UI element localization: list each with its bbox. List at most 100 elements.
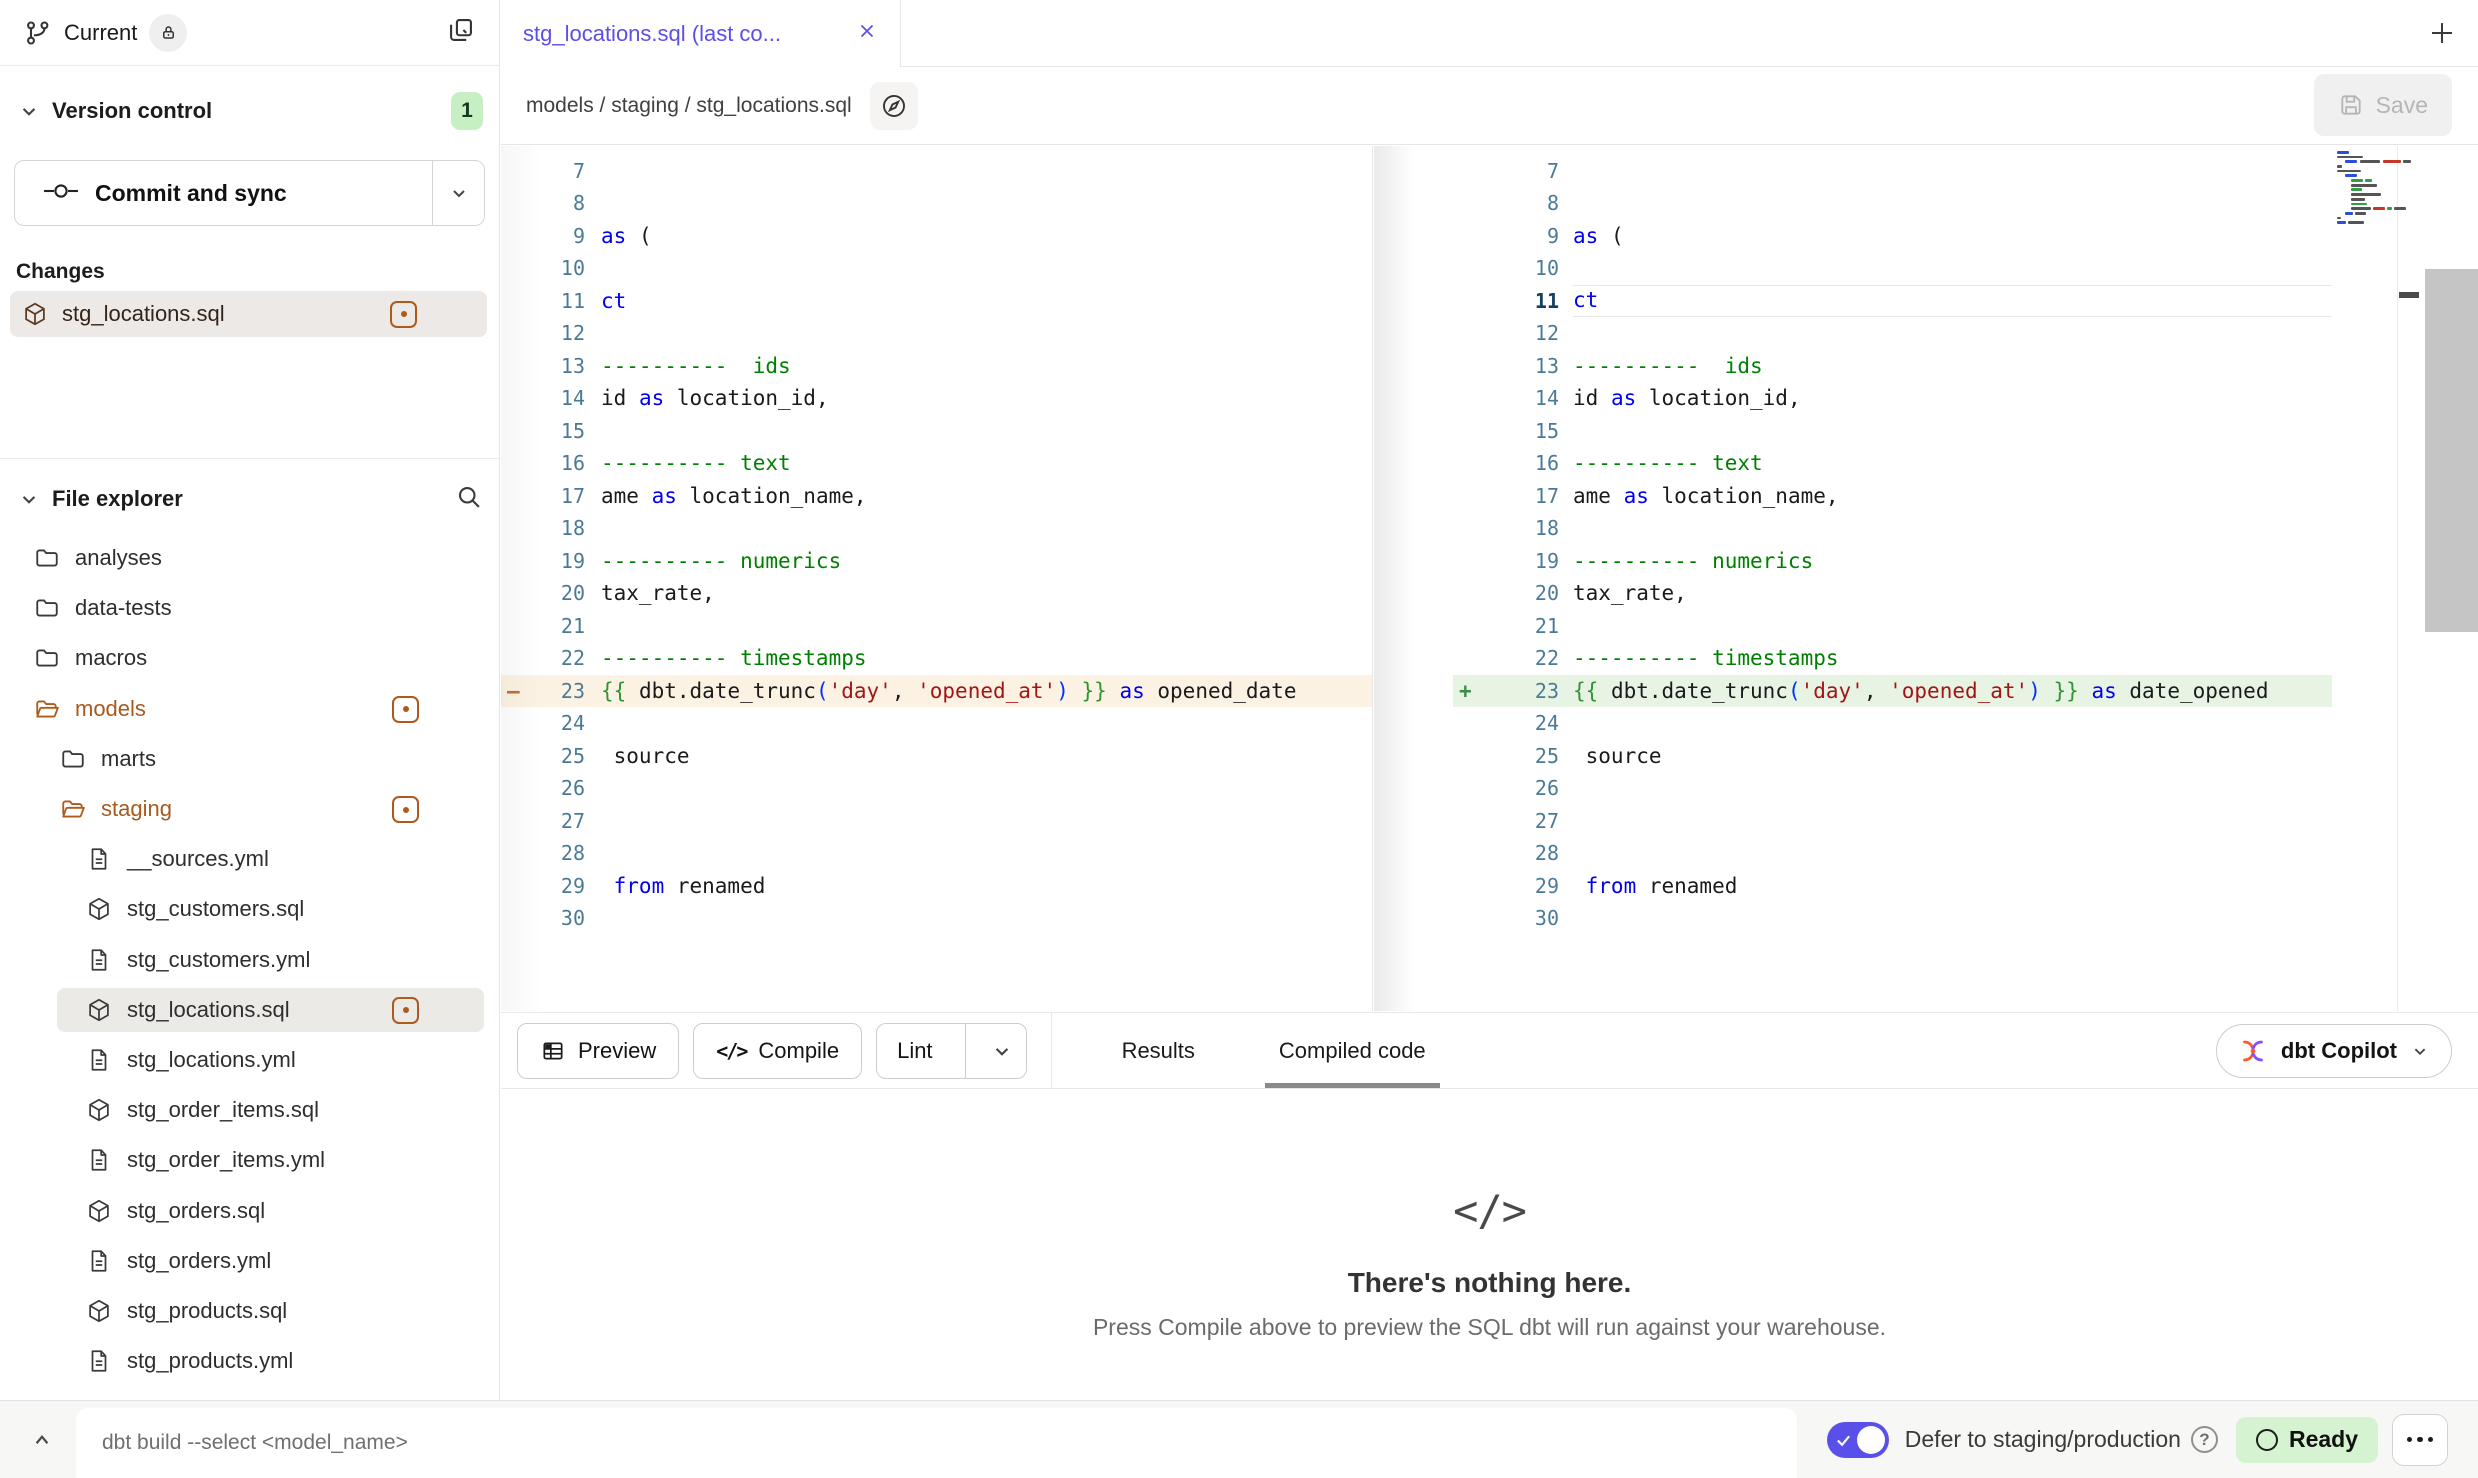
tab-compiled-code[interactable]: Compiled code [1265, 1013, 1440, 1088]
changed-file-stg-locations[interactable]: stg_locations.sql [10, 291, 487, 337]
code-line-15[interactable]: 15 [1374, 415, 2478, 448]
commit-and-sync-button[interactable]: Commit and sync [14, 160, 485, 226]
file-explorer-item-stg-order-items-sql[interactable]: stg_order_items.sql [0, 1085, 499, 1135]
duplicate-icon[interactable] [447, 16, 475, 49]
code-line-11[interactable]: 11ct [1374, 285, 2478, 318]
code-line-25[interactable]: 25 source [501, 740, 1372, 773]
code-line-28[interactable]: 28 [1374, 837, 2478, 870]
code-line-18[interactable]: 18 [1374, 512, 2478, 545]
code-line-25[interactable]: 25 source [1374, 740, 2478, 773]
code-line-13[interactable]: 13---------- ids [1374, 350, 2478, 383]
code-line-11[interactable]: 11ct [501, 285, 1372, 318]
code-line-9[interactable]: 9as ( [1374, 220, 2478, 253]
file-explorer-item-stg-customers-yml[interactable]: stg_customers.yml [0, 935, 499, 985]
close-icon[interactable] [856, 20, 878, 47]
code-line-23[interactable]: –23{{ dbt.date_trunc('day', 'opened_at')… [501, 675, 1372, 708]
new-tab-icon[interactable] [2426, 17, 2458, 49]
file-explorer-item-staging[interactable]: staging [0, 784, 499, 834]
overflow-menu-button[interactable] [2392, 1414, 2448, 1466]
code-line-10[interactable]: 10 [501, 252, 1372, 285]
file-explorer-item-stg-products-sql[interactable]: stg_products.sql [0, 1286, 499, 1336]
code-line-22[interactable]: 22---------- timestamps [501, 642, 1372, 675]
code-line-21[interactable]: 21 [501, 610, 1372, 643]
command-input[interactable]: dbt build --select <model_name> [76, 1408, 1797, 1478]
code-line-19[interactable]: 19---------- numerics [1374, 545, 2478, 578]
file-explorer-item-marts[interactable]: marts [0, 734, 499, 784]
code-line-8[interactable]: 8 [1374, 187, 2478, 220]
code-line-29[interactable]: 29 from renamed [1374, 870, 2478, 903]
code-line-13[interactable]: 13---------- ids [501, 350, 1372, 383]
code-line-17[interactable]: 17ame as location_name, [1374, 480, 2478, 513]
lineage-button[interactable] [870, 82, 918, 130]
pane-divider[interactable] [1372, 146, 1373, 1011]
code-line-18[interactable]: 18 [501, 512, 1372, 545]
code-line-21[interactable]: 21 [1374, 610, 2478, 643]
defer-toggle[interactable] [1827, 1422, 1889, 1458]
file-explorer-item-stg-locations-sql[interactable]: stg_locations.sql [0, 985, 499, 1035]
code-line-22[interactable]: 22---------- timestamps [1374, 642, 2478, 675]
file-explorer-item-stg-locations-yml[interactable]: stg_locations.yml [0, 1035, 499, 1085]
code-line-27[interactable]: 27 [1374, 805, 2478, 838]
code-line-14[interactable]: 14id as location_id, [501, 382, 1372, 415]
file-explorer-item--sources-yml[interactable]: __sources.yml [0, 834, 499, 884]
chevron-up-icon[interactable] [22, 1420, 62, 1460]
file-explorer-item-stg-orders-yml[interactable]: stg_orders.yml [0, 1236, 499, 1286]
code-line-7[interactable]: 7 [1374, 155, 2478, 188]
code-line-7[interactable]: 7 [501, 155, 1372, 188]
code-line-8[interactable]: 8 [501, 187, 1372, 220]
code-line-26[interactable]: 26 [1374, 772, 2478, 805]
minimap[interactable] [2333, 146, 2397, 225]
help-icon[interactable]: ? [2191, 1426, 2218, 1453]
code-line-24[interactable]: 24 [501, 707, 1372, 740]
save-button[interactable]: Save [2314, 74, 2452, 136]
code-line-6[interactable]: 6 [1374, 146, 2478, 155]
overview-ruler [2397, 146, 2398, 1011]
lint-button[interactable]: Lint [876, 1023, 1026, 1079]
folder-open-icon [34, 696, 60, 722]
dbt-copilot-button[interactable]: dbt Copilot [2216, 1024, 2452, 1078]
code-line-10[interactable]: 10 [1374, 252, 2478, 285]
code-line-28[interactable]: 28 [501, 837, 1372, 870]
editor-scrollbar[interactable] [2425, 269, 2478, 632]
file-explorer-header[interactable]: File explorer [0, 477, 499, 521]
code-line-20[interactable]: 20tax_rate, [501, 577, 1372, 610]
code-line-19[interactable]: 19---------- numerics [501, 545, 1372, 578]
file-explorer-item-stg-customers-sql[interactable]: stg_customers.sql [0, 884, 499, 934]
search-icon[interactable] [455, 483, 483, 516]
diff-editor[interactable]: 6789as (1011ct1213---------- ids14id as … [501, 146, 2478, 1011]
file-explorer-item-stg-orders-sql[interactable]: stg_orders.sql [0, 1185, 499, 1235]
code-line-12[interactable]: 12 [1374, 317, 2478, 350]
code-line-30[interactable]: 30 [501, 902, 1372, 935]
code-line-20[interactable]: 20tax_rate, [1374, 577, 2478, 610]
diff-modified-pane[interactable]: 6789as (1011ct1213---------- ids14id as … [1374, 146, 2478, 1011]
code-line-16[interactable]: 16---------- text [501, 447, 1372, 480]
lint-options-dropdown[interactable] [978, 1038, 1026, 1064]
code-line-24[interactable]: 24 [1374, 707, 2478, 740]
file-explorer-item-stg-order-items-yml[interactable]: stg_order_items.yml [0, 1135, 499, 1185]
version-control-header[interactable]: Version control 1 [0, 89, 499, 133]
diff-original-pane[interactable]: 6789as (1011ct1213---------- ids14id as … [501, 146, 1372, 1011]
code-line-29[interactable]: 29 from renamed [501, 870, 1372, 903]
file-explorer-item-analyses[interactable]: analyses [0, 533, 499, 583]
code-line-9[interactable]: 9as ( [501, 220, 1372, 253]
code-line-15[interactable]: 15 [501, 415, 1372, 448]
code-line-23[interactable]: +23{{ dbt.date_trunc('day', 'opened_at')… [1374, 675, 2478, 708]
file-name: __sources.yml [127, 846, 269, 872]
file-explorer-item-models[interactable]: models [0, 684, 499, 734]
code-line-30[interactable]: 30 [1374, 902, 2478, 935]
tab-results[interactable]: Results [1108, 1013, 1209, 1088]
code-line-17[interactable]: 17ame as location_name, [501, 480, 1372, 513]
code-line-12[interactable]: 12 [501, 317, 1372, 350]
file-explorer-item-stg-products-yml[interactable]: stg_products.yml [0, 1336, 499, 1386]
code-line-27[interactable]: 27 [501, 805, 1372, 838]
tab-stg-locations[interactable]: stg_locations.sql (last co... [501, 0, 901, 67]
compile-button[interactable]: </> Compile [693, 1023, 862, 1079]
file-explorer-item-data-tests[interactable]: data-tests [0, 583, 499, 633]
commit-options-dropdown[interactable] [432, 161, 484, 225]
file-explorer-item-macros[interactable]: macros [0, 633, 499, 683]
code-line-14[interactable]: 14id as location_id, [1374, 382, 2478, 415]
code-line-26[interactable]: 26 [501, 772, 1372, 805]
code-line-16[interactable]: 16---------- text [1374, 447, 2478, 480]
code-line-6[interactable]: 6 [501, 146, 1372, 155]
preview-button[interactable]: Preview [517, 1023, 679, 1079]
